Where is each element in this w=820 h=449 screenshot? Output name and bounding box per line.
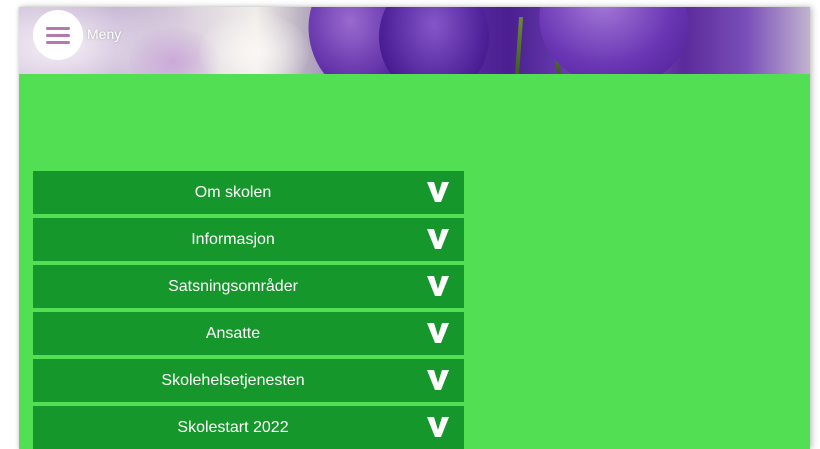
hamburger-icon xyxy=(46,25,70,45)
accordion-item-skolehelsetjenesten[interactable]: Skolehelsetjenesten xyxy=(33,359,464,402)
accordion-item-label: Satsningsområder xyxy=(168,278,298,295)
accordion-item-skolestart-2022[interactable]: Skolestart 2022 xyxy=(33,406,464,449)
chevron-down-icon[interactable] xyxy=(426,321,450,345)
accordion-item-ansatte[interactable]: Ansatte xyxy=(33,312,464,355)
banner-decoration xyxy=(199,12,309,74)
crocus-stem xyxy=(514,16,524,74)
chevron-down-icon[interactable] xyxy=(426,368,450,392)
accordion-item-label: Om skolen xyxy=(194,184,272,201)
header-banner: Meny xyxy=(19,7,810,74)
accordion-menu: Om skolen Informasjon Satsningsområder A… xyxy=(33,171,464,449)
accordion-item-satsningsomrader[interactable]: Satsningsområder xyxy=(33,265,464,308)
menu-label[interactable]: Meny xyxy=(87,26,121,42)
chevron-down-icon[interactable] xyxy=(426,227,450,251)
accordion-item-label: Skolestart 2022 xyxy=(177,419,289,436)
menu-button[interactable] xyxy=(33,10,83,60)
accordion-item-om-skolen[interactable]: Om skolen xyxy=(33,171,464,214)
chevron-down-icon[interactable] xyxy=(426,415,450,439)
chevron-down-icon[interactable] xyxy=(426,274,450,298)
crocus-petal xyxy=(379,7,489,74)
crocus-petal xyxy=(528,7,700,74)
accordion-item-label: Informasjon xyxy=(191,231,275,248)
main-content: Om skolen Informasjon Satsningsområder A… xyxy=(19,74,810,449)
chevron-down-icon[interactable] xyxy=(426,180,450,204)
accordion-item-label: Ansatte xyxy=(205,325,261,342)
accordion-item-label: Skolehelsetjenesten xyxy=(161,372,305,389)
page-frame: Meny Om skolen Informasjon Satsningsområ… xyxy=(19,7,810,449)
accordion-item-informasjon[interactable]: Informasjon xyxy=(33,218,464,261)
